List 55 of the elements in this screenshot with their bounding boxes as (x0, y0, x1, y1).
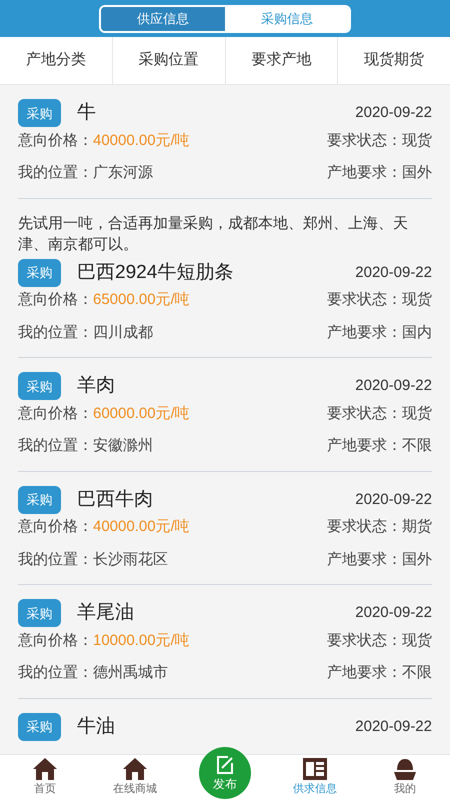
item-title: 羊肉 (77, 374, 115, 398)
item-title: 牛 (77, 101, 96, 125)
item-title: 巴西2924牛短肋条 (77, 260, 234, 284)
newspaper-icon (302, 757, 328, 782)
item-title: 羊尾油 (77, 601, 134, 625)
status-text: 要求状态：现货 (327, 630, 432, 650)
filter-tab[interactable]: 采购位置 (112, 37, 224, 84)
nav-tab[interactable]: 首页 (0, 755, 90, 800)
origin-text: 产地要求：国外 (327, 163, 432, 183)
item-date: 2020-09-22 (355, 103, 432, 123)
filter-tab[interactable]: 要求产地 (224, 37, 338, 84)
nav-tab[interactable]: 在线商城 (90, 755, 180, 800)
publish-button[interactable]: 发布 (199, 747, 251, 799)
purchase-tag: 采购 (18, 712, 61, 741)
location-text: 我的位置：安徽滁州 (18, 436, 153, 456)
location-text: 我的位置：广东河源 (18, 163, 153, 183)
price-text: 意向价格：40000.00元/吨 (18, 130, 190, 150)
item-note: 先试用一吨，合适再加量采购，成都本地、郑州、上海、天津、南京都可以。 (18, 214, 409, 254)
purchase-tag: 采购 (18, 599, 61, 628)
status-text: 要求状态：现货 (327, 290, 432, 310)
price-text: 意向价格：60000.00元/吨 (18, 404, 190, 424)
item-date: 2020-09-22 (355, 490, 432, 510)
price-text: 意向价格：40000.00元/吨 (18, 517, 190, 537)
status-text: 要求状态：期货 (327, 517, 432, 537)
item-title: 巴西牛肉 (77, 488, 153, 512)
item-date: 2020-09-22 (355, 716, 432, 736)
house-icon (122, 757, 148, 782)
item-date: 2020-09-22 (355, 603, 432, 623)
origin-text: 产地要求：国外 (327, 550, 432, 570)
nav-tab[interactable]: 供求信息 (270, 755, 360, 800)
purchase-tag: 采购 (18, 372, 61, 400)
item-title: 牛油 (77, 714, 115, 738)
purchase-tag: 采购 (18, 486, 61, 514)
purchase-tag: 采购 (18, 99, 61, 128)
filter-tab[interactable]: 产地分类 (0, 37, 112, 84)
edit-icon (214, 754, 236, 776)
status-text: 要求状态：现货 (327, 404, 432, 424)
segment-tab[interactable]: 供应信息 (101, 6, 225, 30)
segment-tab[interactable]: 采购信息 (225, 6, 349, 30)
location-text: 我的位置：德州禹城市 (18, 663, 168, 683)
price-text: 意向价格：65000.00元/吨 (18, 290, 190, 310)
house-icon (32, 757, 58, 782)
purchase-tag: 采购 (18, 258, 61, 287)
origin-text: 产地要求：不限 (327, 436, 432, 456)
origin-text: 产地要求：国内 (327, 322, 432, 342)
origin-text: 产地要求：不限 (327, 663, 432, 683)
location-text: 我的位置：四川成都 (18, 322, 153, 342)
hat-icon (392, 757, 418, 782)
item-date: 2020-09-22 (355, 376, 432, 396)
price-text: 意向价格：10000.00元/吨 (18, 630, 190, 650)
status-text: 要求状态：现货 (327, 130, 432, 150)
item-date: 2020-09-22 (355, 262, 432, 282)
nav-tab[interactable]: 我的 (360, 755, 450, 800)
filter-tab[interactable]: 现货期货 (337, 37, 450, 84)
location-text: 我的位置：长沙雨花区 (18, 550, 168, 570)
